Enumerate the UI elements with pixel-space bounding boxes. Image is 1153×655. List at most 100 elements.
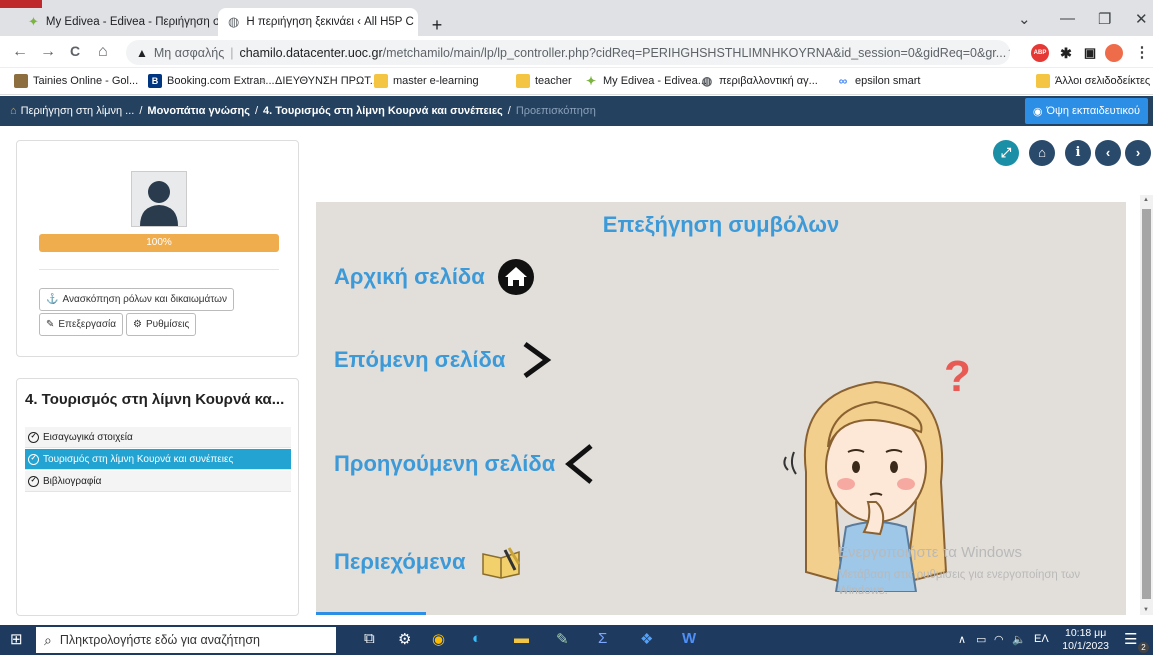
calculator-app-icon[interactable]: Σ (598, 630, 607, 647)
check-circle-icon: ✓ (28, 453, 39, 465)
edivea-icon: ✦ (585, 74, 597, 88)
info-button[interactable]: i (1065, 140, 1091, 166)
task-view-icon[interactable]: ⧉ (364, 630, 375, 647)
word-icon[interactable]: W (682, 630, 696, 647)
lp-title: 4. Τουρισμός στη λίμνη Κουρνά κα... (25, 391, 285, 408)
other-bookmarks[interactable]: Άλλοι σελιδοδείκτες (1036, 74, 1150, 88)
folder-icon (1036, 74, 1050, 88)
windows-activation-text: Μετάβαση στις ρυθμίσεις για ενεργοποίηση… (838, 569, 1081, 597)
check-circle-icon: ✓ (28, 431, 39, 443)
insecure-label: Μη ασφαλής (153, 45, 225, 60)
url-host: chamilo.datacenter.uoc.gr (239, 45, 383, 60)
volume-icon[interactable]: 🔈 (1012, 633, 1026, 646)
user-silhouette-icon (140, 181, 178, 226)
bookmark-item[interactable]: ◍ περιβαλλοντική αγ... (700, 74, 818, 88)
chevron-left-icon: ‹ (1105, 145, 1111, 160)
settings-gear-icon[interactable]: ⚙ (398, 630, 411, 648)
minimize-button[interactable]: — (1060, 10, 1075, 27)
previous-button[interactable]: ‹ (1095, 140, 1121, 166)
clock[interactable]: 10:18 μμ 10/1/2023 (1062, 627, 1109, 653)
sidepanel-icon[interactable]: ▣ (1081, 44, 1099, 62)
check-circle-icon: ✓ (28, 475, 39, 487)
home-icon (497, 259, 534, 295)
scroll-down-icon[interactable]: ▼ (1143, 607, 1149, 613)
breadcrumb-item[interactable]: Περιήγηση στη λίμνη ... (21, 105, 135, 117)
dropbox-icon[interactable]: ❖ (640, 630, 653, 648)
breadcrumb-item[interactable]: 4. Τουρισμός στη λίμνη Κουρνά και συνέπε… (263, 105, 503, 117)
breadcrumb-current: Προεπισκόπηση (515, 105, 596, 117)
maximize-button[interactable]: ❐ (1098, 10, 1111, 28)
home-icon[interactable]: ⌂ (10, 105, 17, 117)
file-explorer-icon[interactable]: ▬ (514, 630, 529, 647)
bookmark-folder[interactable]: teacher (516, 74, 572, 88)
folder-icon (516, 74, 530, 88)
breadcrumb-item[interactable]: Μονοπάτια γνώσης (147, 105, 250, 117)
bookmark-item[interactable]: Tainies Online - Gol... (14, 74, 138, 88)
legend-row-home: Αρχική σελίδα (334, 258, 535, 296)
home-icon: ⌂ (1038, 145, 1046, 160)
forward-button[interactable]: → (40, 43, 56, 61)
legend-row-contents: Περιεχόμενα (334, 544, 523, 580)
chevron-left-icon (565, 444, 593, 484)
tab-h5p[interactable]: ◍ Η περιήγηση ξεκινάει ‹ All H5P C ✕ (218, 8, 418, 36)
url-field[interactable]: ▲ Μη ασφαλής | chamilo.datacenter.uoc.gr… (126, 40, 1010, 65)
battery-icon[interactable]: ▭ (976, 633, 986, 646)
notification-count-badge: 2 (1138, 642, 1149, 653)
taskbar-search-box[interactable]: ⌕ Πληκτρολογήστε εδώ για αναζήτηση (36, 627, 336, 653)
lp-item[interactable]: ✓ Βιβλιογραφία (25, 471, 291, 492)
fullscreen-button[interactable]: ⤢ (993, 140, 1019, 166)
expand-icon: ⤢ (1000, 145, 1012, 160)
reload-button[interactable]: C (70, 43, 80, 59)
content-scrollbar[interactable]: ▲ ▼ (1140, 195, 1153, 615)
edit-button[interactable]: ✎ Επεξεργασία (39, 313, 123, 336)
tab-search-icon[interactable]: ⌄ (1018, 10, 1031, 28)
language-indicator[interactable]: ΕΛ (1034, 633, 1049, 645)
scroll-up-icon[interactable]: ▲ (1143, 197, 1149, 203)
avatar (131, 171, 187, 227)
windows-start-icon[interactable]: ⊞ (10, 630, 23, 648)
close-window-button[interactable]: ✕ (1135, 10, 1148, 28)
edivea-favicon-icon: ✦ (28, 14, 39, 29)
next-button[interactable]: › (1125, 140, 1151, 166)
share-icon[interactable]: ⇪ (1006, 45, 1010, 60)
search-icon: ⌕ (44, 631, 52, 648)
lp-item[interactable]: ✓ Εισαγωγικά στοιχεία (25, 427, 291, 448)
progress-bar: 100% (39, 234, 279, 252)
chrome-icon[interactable]: ◉ (432, 630, 445, 648)
bookmark-item[interactable]: ∞ epsilon smart (836, 74, 921, 88)
lp-card: 4. Τουρισμός στη λίμνη Κουρνά κα... ✓ Ει… (16, 378, 299, 616)
new-tab-button[interactable]: + (426, 14, 448, 36)
teacher-view-button[interactable]: ◉ Όψη εκπαιδευτικού (1024, 98, 1148, 124)
book-icon (482, 547, 521, 579)
home-button[interactable]: ⌂ (98, 43, 108, 61)
profile-avatar[interactable] (1105, 44, 1123, 62)
question-mark-icon: ? (944, 352, 971, 401)
app-icon[interactable]: ✎ (556, 630, 569, 648)
notification-icon[interactable]: ☰ (1124, 630, 1137, 648)
home-button[interactable]: ⌂ (1029, 140, 1055, 166)
gov-icon: ≈ (260, 76, 266, 86)
adblock-extension-icon[interactable]: ABP (1031, 44, 1049, 62)
slide-title: Επεξήγηση συμβόλων (602, 212, 840, 237)
back-button[interactable]: ← (12, 43, 28, 61)
booking-icon: B (148, 74, 162, 88)
browser-menu-icon[interactable]: ⋮ (1133, 44, 1151, 62)
tainies-icon (14, 74, 28, 88)
tab-my-edivea[interactable]: ✦ My Edivea - Edivea - Περιήγηση σ ✕ (18, 8, 218, 36)
legend-row-next: Επόμενη σελίδα (334, 340, 553, 380)
warning-icon: ▲ (136, 45, 148, 60)
tab-close-icon[interactable]: ✕ (414, 15, 418, 29)
folder-icon (374, 74, 388, 88)
edge-icon[interactable]: ◐ (472, 630, 481, 647)
settings-button[interactable]: ⚙ Ρυθμίσεις (126, 313, 197, 336)
bookmark-item[interactable]: ≈ ΔΙΕΥΘΥΝΣΗ ΠΡΩΤ... (256, 74, 379, 88)
lp-item-active[interactable]: ✓ Τουρισμός στη λίμνη Κουρνά και συνέπει… (25, 449, 291, 470)
bookmarks-bar: Tainies Online - Gol... B Booking.com Ext… (0, 68, 1153, 95)
scroll-thumb[interactable] (1142, 209, 1151, 599)
bookmark-folder[interactable]: master e-learning (374, 74, 479, 88)
puzzle-extension-icon[interactable]: ✱ (1057, 44, 1075, 62)
roles-review-button[interactable]: ⚓ Ανασκόπηση ρόλων και δικαιωμάτων (39, 288, 234, 311)
bookmark-item[interactable]: ✦ My Edivea - Edivea... (584, 74, 707, 88)
tray-chevron-icon[interactable]: ∧ (958, 633, 966, 646)
wifi-icon[interactable]: ◠ (994, 633, 1004, 646)
